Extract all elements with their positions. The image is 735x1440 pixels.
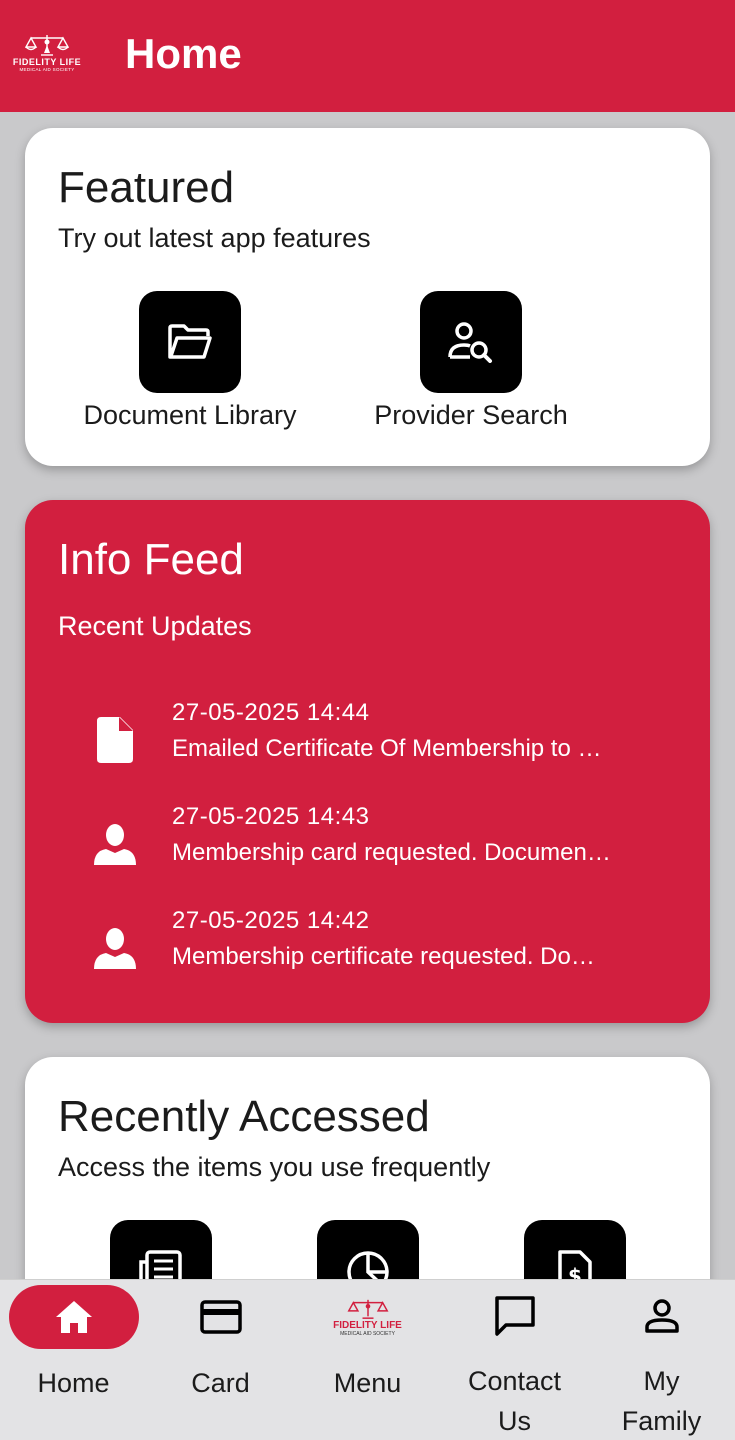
person-search-icon <box>420 291 522 393</box>
logo-text: FIDELITY LIFE <box>12 57 82 67</box>
featured-subtitle: Try out latest app features <box>58 223 371 253</box>
feed-message: Membership card requested. Documen… <box>172 839 611 866</box>
featured-title: Featured <box>58 163 235 212</box>
nav-my-family[interactable]: My Family <box>588 1280 735 1440</box>
chat-icon <box>494 1296 535 1336</box>
nav-contact-us[interactable]: Contact Us <box>441 1280 588 1440</box>
folder-open-icon <box>139 291 241 393</box>
feed-item[interactable]: 27-05-2025 14:44 Emailed Certificate Of … <box>85 698 665 778</box>
person-icon <box>91 924 139 972</box>
person-icon <box>91 820 139 868</box>
fidelity-logo: FIDELITY LIFE MEDICAL AID SOCIETY <box>6 33 88 75</box>
featured-card: Featured Try out latest app features Doc… <box>25 128 710 466</box>
menu-logo-text: FIDELITY LIFE <box>333 1319 402 1331</box>
feed-message: Membership certificate requested. Do… <box>172 943 595 970</box>
nav-my-family-label: My Family <box>621 1366 702 1436</box>
nav-card-label: Card <box>191 1368 250 1398</box>
document-library-label: Document Library <box>83 400 297 430</box>
nav-contact-us-label: Contact Us <box>467 1366 562 1436</box>
provider-search-label: Provider Search <box>374 400 568 430</box>
info-feed-title: Info Feed <box>58 535 244 584</box>
app-bar: FIDELITY LIFE MEDICAL AID SOCIETY Home <box>0 0 735 112</box>
logo-subtext: MEDICAL AID SOCIETY <box>19 67 75 72</box>
recently-accessed-title: Recently Accessed <box>58 1092 430 1141</box>
info-feed-card: Info Feed Recent Updates 27-05-2025 14:4… <box>25 500 710 1023</box>
feed-timestamp: 27-05-2025 14:44 <box>172 699 370 726</box>
nav-card[interactable]: Card <box>147 1280 294 1440</box>
feed-message: Emailed Certificate Of Membership to … <box>172 735 602 762</box>
document-icon <box>91 716 139 764</box>
nav-indicator <box>156 1285 286 1349</box>
feed-item[interactable]: 27-05-2025 14:42 Membership certificate … <box>85 906 665 986</box>
document-library-button[interactable]: Document Library <box>60 291 320 436</box>
bottom-navigation: Home Card FIDELITY LIFE MEDICAL AID SOCI… <box>0 1279 735 1440</box>
nav-menu-label: Menu <box>333 1368 402 1398</box>
nav-home[interactable]: Home <box>0 1280 147 1440</box>
feed-timestamp: 27-05-2025 14:43 <box>172 803 370 830</box>
recently-accessed-subtitle: Access the items you use frequently <box>58 1152 491 1182</box>
nav-menu[interactable]: FIDELITY LIFE MEDICAL AID SOCIETY Menu <box>294 1280 441 1440</box>
nav-active-indicator <box>8 1285 139 1349</box>
scales-of-justice-icon <box>25 35 69 56</box>
provider-search-button[interactable]: Provider Search <box>341 291 601 436</box>
feed-timestamp: 27-05-2025 14:42 <box>172 907 370 934</box>
fidelity-logo-icon: FIDELITY LIFE MEDICAL AID SOCIETY <box>303 1285 433 1349</box>
person-outline-icon <box>644 1299 679 1333</box>
page-title: Home <box>125 30 242 77</box>
feed-item[interactable]: 27-05-2025 14:43 Membership card request… <box>85 802 665 882</box>
nav-indicator <box>597 1285 727 1347</box>
home-icon <box>55 1301 92 1333</box>
nav-indicator <box>450 1285 580 1347</box>
credit-card-icon <box>199 1300 242 1334</box>
menu-logo-subtext: MEDICAL AID SOCIETY <box>340 1330 395 1337</box>
info-feed-subtitle: Recent Updates <box>58 611 252 641</box>
nav-home-label: Home <box>37 1368 110 1398</box>
